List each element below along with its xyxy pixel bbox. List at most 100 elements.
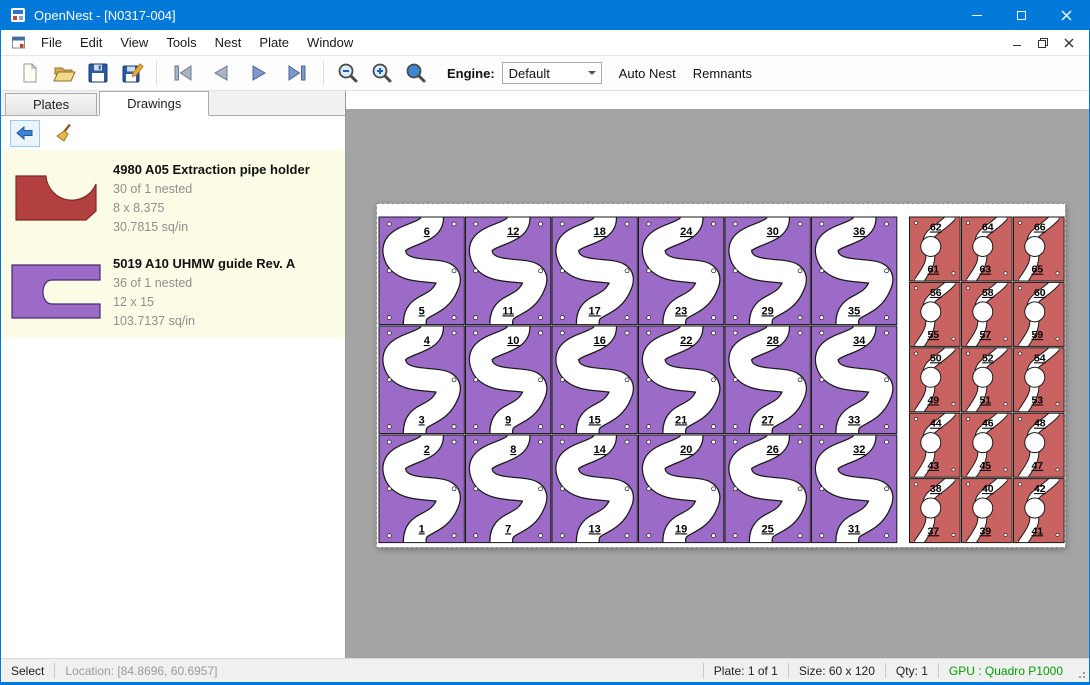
svg-text:21: 21 — [675, 414, 687, 426]
svg-text:59: 59 — [1031, 329, 1043, 341]
menubar: FileEditViewToolsNestPlateWindow — [1, 30, 1089, 56]
svg-text:34: 34 — [853, 335, 866, 347]
svg-text:52: 52 — [982, 352, 994, 364]
save-icon — [86, 61, 110, 85]
drawing-size: 12 x 15 — [113, 293, 295, 312]
zoom-in-icon — [370, 61, 394, 85]
svg-text:26: 26 — [767, 444, 779, 456]
save-button[interactable] — [81, 58, 115, 88]
status-size: Size: 60 x 120 — [789, 664, 885, 678]
titlebar: OpenNest - [N0317-004] — [1, 0, 1089, 30]
svg-text:66: 66 — [1034, 222, 1046, 234]
svg-text:60: 60 — [1034, 287, 1046, 299]
maximize-button[interactable] — [999, 0, 1044, 30]
svg-text:30: 30 — [767, 226, 779, 238]
drawing-list: 4980 A05 Extraction pipe holder 30 of 1 … — [1, 150, 345, 338]
mdi-controls — [1007, 34, 1089, 52]
close-button[interactable] — [1044, 0, 1089, 30]
svg-text:7: 7 — [505, 523, 511, 535]
svg-text:1: 1 — [419, 523, 425, 535]
svg-text:27: 27 — [762, 414, 774, 426]
menu-item-window[interactable]: Window — [298, 31, 362, 54]
tab-drawings[interactable]: Drawings — [99, 91, 209, 116]
tab-strip: Plates Drawings — [1, 91, 345, 116]
minimize-button[interactable] — [954, 0, 999, 30]
menu-item-view[interactable]: View — [111, 31, 157, 54]
svg-text:43: 43 — [927, 460, 939, 472]
import-button[interactable] — [10, 120, 40, 147]
nav-first-icon — [171, 62, 195, 84]
status-mode: Select — [1, 664, 54, 678]
mdi-close-button[interactable] — [1059, 34, 1079, 52]
svg-text:11: 11 — [502, 305, 514, 317]
svg-text:64: 64 — [982, 222, 994, 234]
svg-text:57: 57 — [979, 329, 991, 341]
next-plate-button[interactable] — [240, 58, 278, 88]
svg-text:51: 51 — [979, 394, 991, 406]
minimize-icon — [972, 15, 982, 16]
broom-icon — [55, 123, 75, 143]
drawing-item[interactable]: 4980 A05 Extraction pipe holder 30 of 1 … — [1, 150, 345, 244]
menu-item-nest[interactable]: Nest — [206, 31, 251, 54]
svg-text:15: 15 — [589, 414, 601, 426]
zoom-in-button[interactable] — [365, 58, 399, 88]
save-as-button[interactable] — [115, 58, 149, 88]
open-button[interactable] — [47, 58, 81, 88]
clean-button[interactable] — [50, 120, 80, 147]
plate-svg[interactable]: 6512111817242330293635431091615222128273… — [376, 203, 1066, 548]
mdi-restore-button[interactable] — [1033, 34, 1053, 52]
remnants-button[interactable]: Remnants — [693, 66, 752, 81]
zoom-fit-button[interactable] — [399, 58, 433, 88]
svg-text:8: 8 — [510, 444, 516, 456]
mdi-minimize-button[interactable] — [1007, 34, 1027, 52]
svg-text:40: 40 — [982, 483, 994, 495]
new-button[interactable] — [13, 58, 47, 88]
drawing-nested: 30 of 1 nested — [113, 180, 310, 199]
menu-item-edit[interactable]: Edit — [71, 31, 111, 54]
svg-text:14: 14 — [594, 444, 607, 456]
svg-text:5: 5 — [419, 305, 425, 317]
status-location: Location: [84.8696, 60.6957] — [55, 664, 227, 678]
svg-text:19: 19 — [675, 523, 687, 535]
drawing-item-text: 4980 A05 Extraction pipe holder 30 of 1 … — [105, 157, 310, 237]
svg-text:17: 17 — [589, 305, 601, 317]
tab-plates[interactable]: Plates — [5, 93, 97, 115]
part-thumbnail — [7, 251, 105, 331]
toolbar-separator — [156, 61, 157, 85]
toolbar-separator — [323, 61, 324, 85]
svg-text:32: 32 — [853, 444, 865, 456]
first-plate-button[interactable] — [164, 58, 202, 88]
svg-text:63: 63 — [979, 264, 991, 276]
svg-text:16: 16 — [594, 335, 606, 347]
nav-last-icon — [285, 62, 309, 84]
mdi-minimize-icon — [1013, 45, 1021, 46]
drawing-item[interactable]: 5019 A10 UHMW guide Rev. A 36 of 1 neste… — [1, 244, 345, 338]
svg-text:54: 54 — [1034, 352, 1046, 364]
svg-text:4: 4 — [424, 335, 431, 347]
drawing-size: 8 x 8.375 — [113, 199, 310, 218]
resize-grip[interactable] — [1073, 659, 1089, 682]
last-plate-button[interactable] — [278, 58, 316, 88]
menu-item-tools[interactable]: Tools — [157, 31, 205, 54]
maximize-icon — [1017, 11, 1026, 20]
auto-nest-button[interactable]: Auto Nest — [619, 66, 676, 81]
svg-text:62: 62 — [930, 222, 942, 234]
nav-prev-icon — [209, 62, 233, 84]
plate[interactable]: 6512111817242330293635431091615222128273… — [376, 203, 1066, 548]
menu-item-plate[interactable]: Plate — [250, 31, 298, 54]
svg-text:58: 58 — [982, 287, 994, 299]
zoom-out-button[interactable] — [331, 58, 365, 88]
engine-combobox[interactable]: Default — [502, 62, 602, 84]
statusbar: Select Location: [84.8696, 60.6957] Plat… — [1, 658, 1089, 682]
previous-plate-button[interactable] — [202, 58, 240, 88]
app-window: OpenNest - [N0317-004] FileEditViewTools… — [0, 0, 1090, 685]
svg-text:25: 25 — [762, 523, 774, 535]
menu-item-file[interactable]: File — [32, 31, 71, 54]
nest-canvas[interactable]: 6512111817242330293635431091615222128273… — [346, 91, 1089, 658]
document-icon — [11, 35, 26, 50]
zoom-fit-icon — [404, 61, 428, 85]
svg-text:37: 37 — [927, 525, 939, 537]
part-thumbnail — [7, 157, 105, 237]
svg-text:39: 39 — [979, 525, 991, 537]
left-panel: Plates Drawings 4980 A05 Extraction pip — [1, 91, 346, 658]
